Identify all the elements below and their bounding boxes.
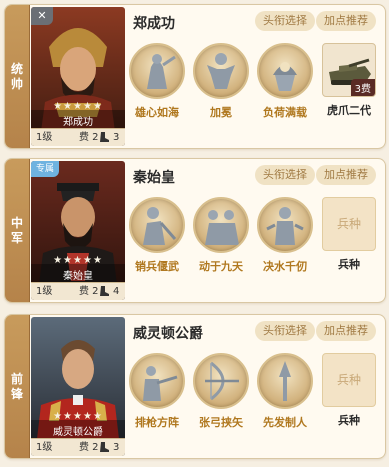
troop-label: 兵种: [338, 258, 360, 271]
skill-icon: [257, 197, 313, 253]
general-card-vanguard: 前 锋 ★★★★★ 威灵顿公爵 1级 费 2 3 威灵顿公爵 头衔选择 加点推荐…: [4, 314, 386, 459]
skill-slot[interactable]: 雄心如海: [129, 43, 185, 120]
skill-slot[interactable]: 先发制人: [257, 353, 313, 430]
cost-text: 费 2: [79, 132, 99, 143]
level-text: 1级: [36, 442, 53, 453]
boot-icon: [100, 442, 109, 452]
skill-slot[interactable]: 负荷满载: [257, 43, 313, 120]
skill-icon: [257, 43, 313, 99]
title-select-button[interactable]: 头衔选择: [255, 165, 315, 185]
level-text: 1级: [36, 286, 53, 297]
position-tab: 中 军: [5, 159, 30, 302]
cost-text: 费 2: [79, 442, 99, 453]
general-name: 秦始皇: [133, 170, 175, 186]
star-rating: ★★★★★: [53, 411, 103, 422]
position-label: 统 帅: [10, 61, 23, 91]
skill-slot[interactable]: 加冕: [193, 43, 249, 120]
portrait-info-bar: 1级 费 2 3: [31, 128, 125, 146]
position-label: 中 军: [10, 215, 23, 245]
points-recommend-button[interactable]: 加点推荐: [316, 321, 376, 341]
skill-slot[interactable]: 销兵偃武: [129, 197, 185, 274]
position-tab: 统 帅: [5, 5, 30, 148]
skill-icon: [129, 43, 185, 99]
title-select-button[interactable]: 头衔选择: [255, 11, 315, 31]
portrait-name: 威灵顿公爵: [53, 427, 103, 438]
star-rating: ★★★★★: [53, 101, 103, 112]
general-name: 威灵顿公爵: [133, 326, 203, 342]
skill-icon: [129, 197, 185, 253]
skill-icon: [193, 353, 249, 409]
troop-empty-placeholder: 兵种: [322, 353, 376, 407]
portrait-name: 郑成功: [63, 117, 93, 128]
troop-slot[interactable]: 兵种 兵种: [321, 197, 377, 272]
step-count: 4: [113, 286, 120, 297]
skill-icon: [129, 353, 185, 409]
title-select-button[interactable]: 头衔选择: [255, 321, 315, 341]
skill-slot[interactable]: 排枪方阵: [129, 353, 185, 430]
troop-label: 兵种: [338, 414, 360, 427]
level-text: 1级: [36, 132, 53, 143]
skill-icon: [193, 197, 249, 253]
step-count: 3: [113, 442, 120, 453]
portrait-name: 秦始皇: [63, 271, 93, 282]
cost-text: 费 2: [79, 286, 99, 297]
boot-icon: [100, 132, 109, 142]
troop-label: 虎爪二代: [327, 104, 371, 117]
position-tab: 前 锋: [5, 315, 30, 458]
general-card-commander: 统 帅 ✕ ★★★★★ 郑成功 1级 费 2 3 郑成功 头衔选择 加点推荐 雄…: [4, 4, 386, 149]
points-recommend-button[interactable]: 加点推荐: [316, 165, 376, 185]
portrait-info-bar: 1级 费 2 3: [31, 438, 125, 456]
general-portrait[interactable]: ✕ ★★★★★ 郑成功 1级 费 2 3: [31, 7, 125, 146]
troop-slot[interactable]: 兵种 兵种: [321, 353, 377, 428]
troop-slot[interactable]: 3费 虎爪二代: [321, 43, 377, 118]
troop-unit-image: 3费: [322, 43, 376, 97]
troop-cost-tag: 3费: [350, 79, 375, 96]
skill-icon: [257, 353, 313, 409]
step-count: 3: [113, 132, 120, 143]
skill-slot[interactable]: 决水千仞: [257, 197, 313, 274]
rank-badge: ✕: [31, 7, 53, 25]
general-name: 郑成功: [133, 16, 175, 32]
portrait-info-bar: 1级 费 2 4: [31, 282, 125, 300]
boot-icon: [100, 286, 109, 296]
star-rating: ★★★★★: [53, 255, 103, 266]
points-recommend-button[interactable]: 加点推荐: [316, 11, 376, 31]
skill-slot[interactable]: 张弓挟矢: [193, 353, 249, 430]
position-label: 前 锋: [10, 371, 23, 401]
exclusive-tag: 专属: [31, 161, 60, 177]
skill-slot[interactable]: 动于九天: [193, 197, 249, 274]
troop-empty-placeholder: 兵种: [322, 197, 376, 251]
skill-icon: [193, 43, 249, 99]
general-portrait[interactable]: 专属 ★★★★★ 秦始皇 1级 费 2 4: [31, 161, 125, 300]
general-portrait[interactable]: ★★★★★ 威灵顿公爵 1级 费 2 3: [31, 317, 125, 456]
general-card-center: 中 军 专属 ★★★★★ 秦始皇 1级 费 2 4 秦始皇 头衔选择 加点推荐 …: [4, 158, 386, 303]
